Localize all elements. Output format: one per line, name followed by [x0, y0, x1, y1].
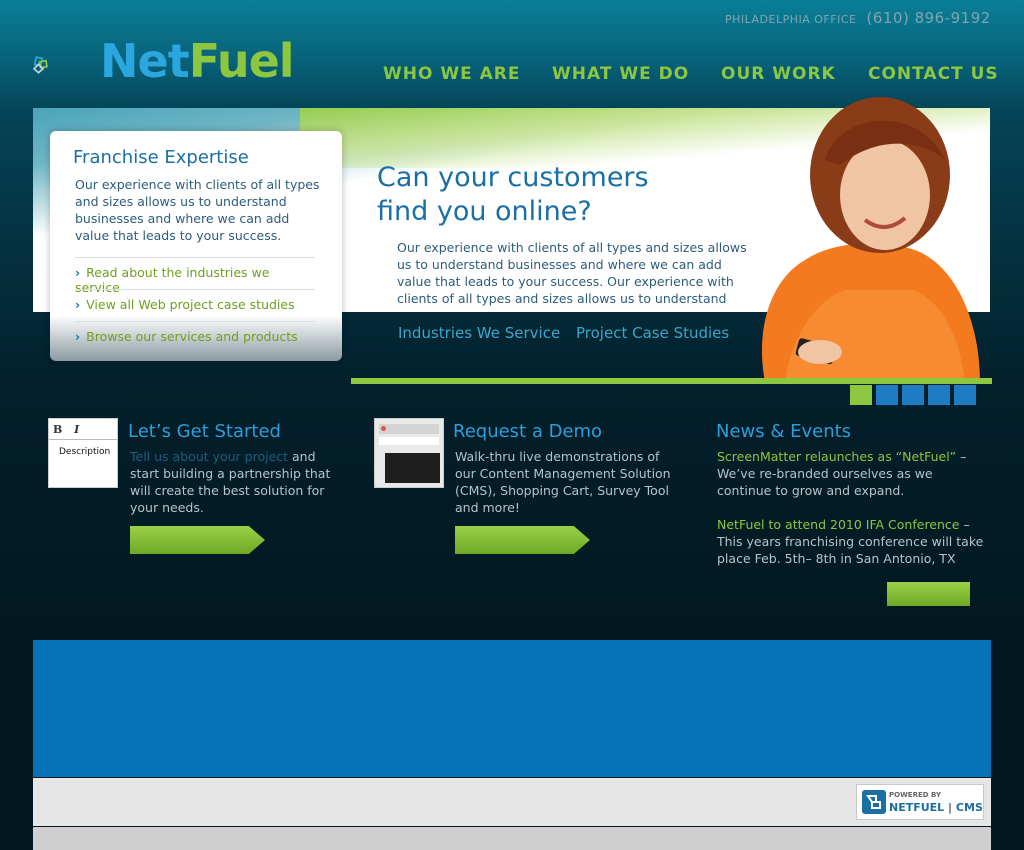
franchise-text: Our experience with clients of all types… — [75, 177, 320, 243]
demo-thumbnail — [374, 418, 444, 488]
start-title: Let’s Get Started — [128, 421, 281, 442]
chevron-right-icon: › — [75, 265, 81, 280]
address-bar — [379, 437, 439, 445]
slide-dot-3[interactable] — [902, 385, 924, 405]
demo-title: Request a Demo — [453, 421, 603, 442]
slide-dot-5[interactable] — [954, 385, 976, 405]
franchise-link-services[interactable]: › Browse our services and products — [75, 321, 315, 344]
nav-contact-us[interactable]: CONTACT US — [868, 64, 999, 84]
office-info: PHILADELPHIA OFFICE (610) 896-9192 — [725, 9, 991, 27]
powered-by-label: POWERED BY — [889, 791, 942, 799]
slide-pager — [850, 385, 976, 405]
logo-net: Net — [100, 34, 190, 88]
banner-green-bar — [351, 378, 992, 384]
close-icon — [381, 426, 386, 431]
link-label: View all Web project case studies — [86, 297, 295, 312]
news-item-1-headline[interactable]: ScreenMatter relaunches as “NetFuel” — [717, 449, 956, 464]
news-more-button[interactable] — [887, 582, 970, 606]
start-text: Tell us about your project and start bui… — [130, 448, 335, 516]
logo-wordmark[interactable]: NetFuel — [100, 34, 295, 88]
cms-name: NETFUEL | CMS — [889, 801, 983, 814]
franchise-link-case-studies[interactable]: › View all Web project case studies — [75, 289, 315, 312]
hero-title-line1: Can your customers — [377, 162, 649, 193]
chevron-right-icon: › — [75, 297, 81, 312]
news-title: News & Events — [716, 421, 852, 442]
hero-link-case-studies[interactable]: Project Case Studies — [576, 324, 729, 342]
description-field: Description — [59, 447, 111, 457]
footer-grey-panel — [33, 778, 991, 826]
news-item-1: ScreenMatter relaunches as “NetFuel” – W… — [717, 448, 987, 499]
cms-suffix: CMS — [955, 801, 983, 814]
slide-dot-4[interactable] — [928, 385, 950, 405]
office-label: PHILADELPHIA OFFICE — [725, 13, 857, 26]
hero-link-industries[interactable]: Industries We Service — [398, 324, 560, 342]
slide-dot-2[interactable] — [876, 385, 898, 405]
powered-by-badge[interactable]: POWERED BY NETFUEL | CMS — [856, 784, 984, 820]
woman-photo — [761, 97, 980, 382]
editor-thumbnail: B I Description — [48, 418, 118, 488]
nav-our-work[interactable]: OUR WORK — [721, 64, 836, 84]
hero-title: Can your customers find you online? — [377, 161, 649, 229]
demo-screen — [385, 453, 440, 483]
slide-dot-1[interactable] — [850, 385, 872, 405]
news-item-2: NetFuel to attend 2010 IFA Conference – … — [717, 516, 987, 567]
nav-what-we-do[interactable]: WHAT WE DO — [552, 64, 689, 84]
bold-icon: B — [53, 423, 63, 436]
netfuel-badge-icon — [862, 790, 886, 814]
window-toolbar — [379, 424, 439, 434]
footer-bottom-strip — [33, 827, 991, 850]
hero-text: Our experience with clients of all types… — [397, 240, 747, 306]
hero-title-line2: find you online? — [377, 196, 592, 227]
chevron-right-icon: › — [75, 329, 81, 344]
footer-blue-panel — [33, 640, 991, 777]
link-label: Browse our services and products — [86, 329, 298, 344]
phone-number: (610) 896-9192 — [866, 9, 991, 27]
request-demo-button[interactable] — [455, 526, 590, 554]
start-link[interactable]: Tell us about your project — [130, 449, 288, 464]
nav-who-we-are[interactable]: WHO WE ARE — [383, 64, 521, 84]
get-started-button[interactable] — [130, 526, 265, 554]
cms-brand: NETFUEL — [889, 801, 945, 814]
logo-fuel: Fuel — [188, 34, 295, 88]
news-item-2-headline[interactable]: NetFuel to attend 2010 IFA Conference — [717, 517, 959, 532]
logo-icon[interactable] — [33, 30, 103, 100]
demo-text: Walk-thru live demonstrations of our Con… — [455, 449, 671, 515]
franchise-title: Franchise Expertise — [73, 147, 249, 168]
italic-icon: I — [74, 423, 80, 436]
